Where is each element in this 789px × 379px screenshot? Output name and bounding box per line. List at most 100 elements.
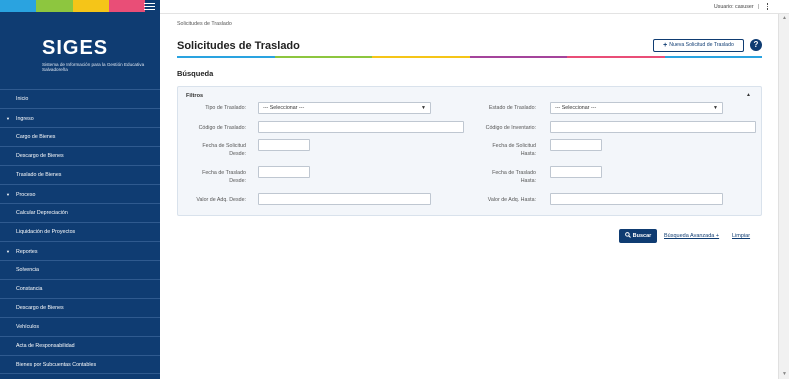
value-from-input[interactable]	[258, 193, 431, 205]
sidebar-item-label: Descargo de Bienes	[16, 153, 64, 159]
breadcrumb[interactable]: Solicitudes de Traslado	[177, 21, 232, 27]
sidebar-item-label: Descargo de Bienes	[16, 305, 64, 311]
request-date-to-label-line2: Hasta:	[520, 151, 536, 157]
caret-up-icon[interactable]: ▲	[746, 92, 751, 98]
kebab-icon[interactable]	[766, 3, 769, 11]
sidebar-item[interactable]: Constancia	[0, 279, 160, 298]
title-rainbow-divider	[177, 56, 762, 58]
chevron-down-icon: ▼	[6, 192, 10, 197]
transfer-status-label: Estado de Traslado:	[488, 105, 536, 111]
sidebar-item-label: Calcular Depreciación	[16, 210, 68, 216]
user-info: Usuario: casuser |	[714, 4, 759, 10]
sidebar-item-label: Proceso	[16, 192, 36, 198]
new-transfer-request-button[interactable]: + Nueva Solicitud de Traslado	[653, 39, 744, 52]
transfer-status-select[interactable]: --- Seleccionar --- ▼	[550, 102, 723, 114]
filters-title[interactable]: Filtros	[186, 93, 203, 99]
new-transfer-request-label: Nueva Solicitud de Traslado	[669, 42, 734, 48]
request-date-to-input[interactable]	[550, 139, 602, 151]
sidebar-item-label: Solvencia	[16, 267, 39, 273]
sidebar-item-label: Reportes	[16, 249, 38, 255]
transfer-date-to-input[interactable]	[550, 166, 602, 178]
transfer-type-label: Tipo de Traslado:	[205, 105, 246, 111]
sidebar-item-label: Bienes por Subcuentas Contables	[16, 362, 97, 368]
sidebar-item[interactable]: Liquidación de Proyectos	[0, 222, 160, 241]
sidebar-item-label: Constancia	[16, 286, 43, 292]
user-label: Usuario: casuser	[713, 4, 754, 10]
sidebar-item[interactable]: Solvencia	[0, 260, 160, 279]
search-button-label: Buscar	[632, 233, 652, 239]
band-green	[36, 0, 73, 12]
value-to-label: Valor de Adq. Hasta:	[487, 197, 536, 203]
transfer-type-select[interactable]: --- Seleccionar --- ▼	[258, 102, 431, 114]
request-date-from-input[interactable]	[258, 139, 310, 151]
sidebar-item[interactable]: Cargo de Bienes	[0, 127, 160, 146]
request-date-to-label: Fecha de Solicitud Hasta:	[468, 142, 536, 158]
hamburger-icon[interactable]	[144, 3, 155, 10]
rainbow-segment	[664, 56, 762, 58]
band-pink	[109, 0, 145, 12]
help-icon[interactable]: ?	[750, 39, 762, 51]
search-button[interactable]: Buscar	[619, 229, 657, 243]
sidebar-item[interactable]: Acta de Responsabilidad	[0, 336, 160, 355]
band-yellow	[73, 0, 109, 12]
transfer-date-from-label: Fecha de Traslado Desde:	[188, 169, 246, 185]
sidebar-item[interactable]: ▼ Proceso	[0, 184, 160, 203]
sidebar-item-label: Cargo de Bienes	[16, 134, 56, 140]
value-to-input[interactable]	[550, 193, 723, 205]
scroll-down-icon[interactable]: ▼	[782, 371, 787, 377]
sidebar-item[interactable]: Bienes por Subcuentas Contables	[0, 355, 160, 374]
transfer-date-to-label: Fecha de Traslado Hasta:	[468, 169, 536, 185]
inventory-code-input[interactable]	[550, 121, 756, 133]
app-logo-subtitle: Sistema de Información para la Gestión E…	[42, 62, 145, 72]
sidebar-item-label: Acta de Responsabilidad	[16, 343, 75, 349]
advanced-search-link[interactable]: Búsqueda Avanzada +	[664, 233, 719, 239]
transfer-status-value: --- Seleccionar ---	[555, 105, 597, 111]
caret-down-icon: ▼	[421, 105, 426, 111]
transfer-code-label: Código de Traslado:	[198, 125, 246, 131]
page-title: Solicitudes de Traslado	[177, 40, 300, 52]
rainbow-segment	[274, 56, 372, 58]
sidebar: SIGES Sistema de Información para la Ges…	[0, 0, 160, 379]
sidebar-item[interactable]: Descargo de Bienes	[0, 146, 160, 165]
transfer-code-input[interactable]	[258, 121, 464, 133]
transfer-date-from-label-line1: Fecha de Traslado	[202, 170, 246, 176]
sidebar-item-label: Traslado de Bienes	[16, 172, 62, 178]
transfer-date-from-label-line2: Desde:	[229, 178, 246, 184]
transfer-date-to-label-line2: Hasta:	[520, 178, 536, 184]
sidebar-item-label: Ingreso	[16, 116, 34, 122]
chevron-down-icon: ▼	[6, 249, 10, 254]
sidebar-item[interactable]: Traslado de Bienes	[0, 165, 160, 184]
band-blue	[0, 0, 36, 12]
page-scrollbar[interactable]: ▲ ▼	[778, 14, 789, 379]
app-logo-title: SIGES	[42, 37, 109, 59]
logo-color-band	[0, 0, 145, 12]
request-date-to-label-line1: Fecha de Solicitud	[492, 143, 536, 149]
clear-link[interactable]: Limpiar	[732, 233, 750, 239]
request-date-from-label: Fecha de Solicitud Desde:	[188, 142, 246, 158]
sidebar-item[interactable]: Vehículos	[0, 317, 160, 336]
transfer-date-to-label-line1: Fecha de Traslado	[492, 170, 536, 176]
rainbow-segment	[372, 56, 470, 58]
scroll-up-icon[interactable]: ▲	[782, 15, 787, 21]
chevron-down-icon: ▼	[6, 116, 10, 121]
search-section-title: Búsqueda	[177, 69, 214, 78]
sidebar-item[interactable]: Calcular Depreciación	[0, 203, 160, 222]
sidebar-item[interactable]: Inicio	[0, 89, 160, 108]
rainbow-segment	[177, 56, 275, 58]
transfer-type-value: --- Seleccionar ---	[263, 105, 305, 111]
sidebar-item[interactable]: ▼ Ingreso	[0, 108, 160, 127]
request-date-from-label-line2: Desde:	[229, 151, 246, 157]
value-from-label: Valor de Adq. Desde:	[196, 197, 246, 203]
plus-icon: +	[663, 42, 668, 49]
sidebar-item-label: Vehículos	[16, 324, 39, 330]
inventory-code-label: Código de Inventario:	[485, 125, 536, 131]
sidebar-item[interactable]: ▼ Reportes	[0, 241, 160, 260]
filters-panel: Filtros ▲ Tipo de Traslado: --- Seleccio…	[177, 86, 762, 216]
transfer-date-from-input[interactable]	[258, 166, 310, 178]
sidebar-item-label: Liquidación de Proyectos	[16, 229, 76, 235]
sidebar-item-label: Inicio	[16, 96, 29, 102]
sidebar-item[interactable]: Descargo de Bienes	[0, 298, 160, 317]
rainbow-segment	[567, 56, 665, 58]
sidebar-menu: Inicio ▼ Ingreso Cargo de Bienes Descargo de…	[0, 89, 160, 374]
caret-down-icon: ▼	[713, 105, 718, 111]
